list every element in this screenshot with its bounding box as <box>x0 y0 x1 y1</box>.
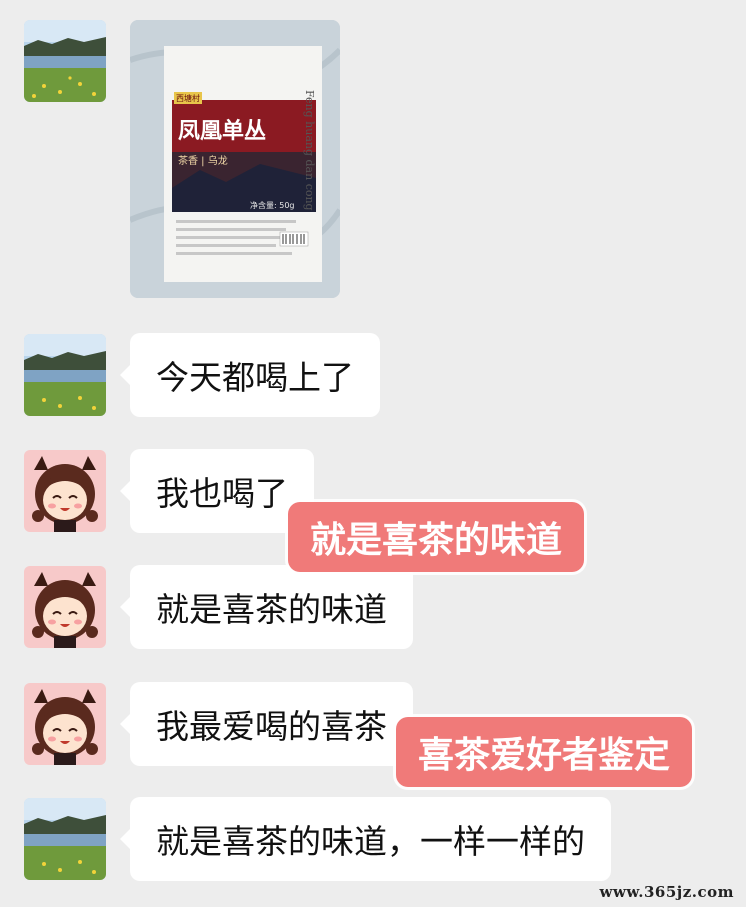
message-text: 就是喜茶的味道，一样一样的 <box>156 822 585 861</box>
avatar[interactable] <box>24 683 106 765</box>
package-corner-tag: 西塘村 <box>176 93 200 103</box>
caption-overlay: 喜茶爱好者鉴定 <box>396 717 693 787</box>
package-side-text: Feng huang dan cong <box>303 90 316 211</box>
avatar[interactable] <box>24 450 106 532</box>
caption-text: 就是喜茶的味道 <box>310 520 563 561</box>
message-text: 我最爱喝的喜茶 <box>156 707 387 746</box>
message-text: 我也喝了 <box>156 474 288 513</box>
message-bubble[interactable]: 就是喜茶的味道 <box>120 565 413 649</box>
avatar[interactable] <box>24 798 106 880</box>
package-title: 凤凰单丛 <box>178 119 266 144</box>
girl-avatar-image <box>24 683 106 765</box>
package-subtitle: 茶香 | 乌龙 <box>178 154 228 167</box>
message-bubble[interactable]: 我也喝了 <box>120 449 314 533</box>
message-bubble[interactable]: 我最爱喝的喜茶 <box>120 682 413 766</box>
message-text: 就是喜茶的味道 <box>156 590 387 629</box>
message-text: 今天都喝上了 <box>156 358 354 397</box>
landscape-avatar-image <box>24 334 106 416</box>
package-weight: 净含量: 50g <box>250 200 295 210</box>
caption-overlay: 就是喜茶的味道 <box>288 502 585 572</box>
girl-avatar-image <box>24 450 106 532</box>
avatar[interactable] <box>24 20 106 102</box>
message-bubble[interactable]: 今天都喝上了 <box>120 333 380 417</box>
avatar[interactable] <box>24 334 106 416</box>
watermark: www.365jz.com <box>599 883 734 901</box>
landscape-avatar-image <box>24 798 106 880</box>
girl-avatar-image <box>24 566 106 648</box>
image-message[interactable]: 西塘村 凤凰单丛 茶香 | 乌龙 净含量: 50g Feng huang dan… <box>130 20 340 298</box>
tea-package-photo: 西塘村 凤凰单丛 茶香 | 乌龙 净含量: 50g Feng huang dan… <box>130 20 340 298</box>
avatar[interactable] <box>24 566 106 648</box>
caption-text: 喜茶爱好者鉴定 <box>418 735 671 776</box>
landscape-avatar-image <box>24 20 106 102</box>
message-bubble[interactable]: 就是喜茶的味道，一样一样的 <box>120 797 611 881</box>
